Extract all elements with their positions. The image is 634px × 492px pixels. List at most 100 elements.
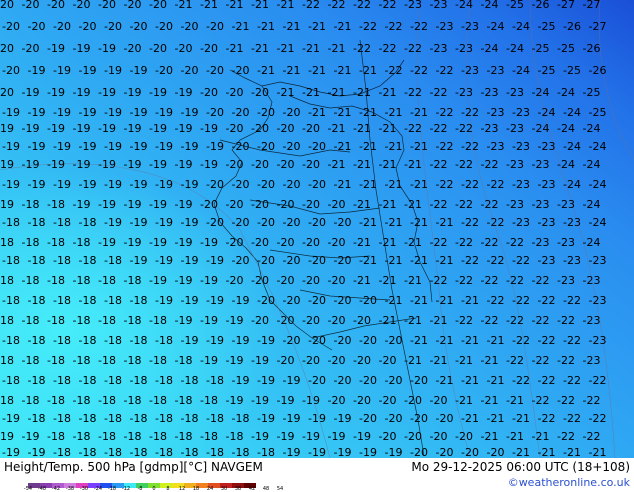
temperature-label: -19 [206,294,224,307]
temperature-label: -18 [98,274,116,287]
temperature-label: -18 [28,216,46,229]
temperature-label: -19 [124,122,142,135]
temperature-label: -18 [181,412,199,425]
temperature-label: -19 [226,394,244,407]
temperature-label: -19 [22,86,40,99]
scale-label: 38 [234,486,242,492]
temperature-label: -18 [53,294,71,307]
temperature-label: -23 [538,140,556,153]
temperature-label: -22 [563,334,581,347]
temperature-label: -20 [308,216,326,229]
temperature-label: -18 [206,412,224,425]
temperature-label: -24 [583,122,601,135]
temperature-label: -22 [481,274,499,287]
temperature-label: -19 [155,140,173,153]
temperature-label: -20 [385,412,403,425]
temperature-label: -23 [563,216,581,229]
temperature-label: -19 [200,158,218,171]
temperature-label: -27 [583,0,601,11]
temperature-label: -19 [53,140,71,153]
temperature-label: -20 [359,334,377,347]
temperature-label: -21 [359,106,377,119]
temperature-label: -20 [226,86,244,99]
scale-label: -8 [137,486,143,492]
temperature-label: -19 [155,106,173,119]
temperature-label: -20 [200,198,218,211]
temperature-label: -18 [22,354,40,367]
temperature-label: -18 [2,334,20,347]
temperature-label: -23 [512,140,530,153]
temperature-label: -18 [28,412,46,425]
scale-label: 54 [276,486,284,492]
temperature-label: -18 [53,446,71,458]
temperature-label: -20 [283,294,301,307]
temperature-label: -20 [334,216,352,229]
temperature-label: -22 [512,294,530,307]
temperature-label: -23 [538,254,556,267]
temperature-label: -18 [79,254,97,267]
temperature-label: -25 [538,20,556,33]
temperature-label: -23 [532,236,550,249]
temperature-label: -23 [461,64,479,77]
temperature-label: -20 [155,64,173,77]
temperature-label: -22 [506,236,524,249]
temperature-label: -19 [2,412,20,425]
scale-label: 8 [166,486,170,492]
temperature-label: -21 [353,236,371,249]
temperature-label: -23 [512,178,530,191]
temperature-label: -21 [328,42,346,55]
temperature-label: -20 [302,354,320,367]
temperature-label: -18 [22,236,40,249]
temperature-label: -21 [379,236,397,249]
temperature-label: -21 [589,446,607,458]
temperature-label: -20 [334,254,352,267]
temperature-label: -19 [206,334,224,347]
temperature-label: -18 [47,314,65,327]
temperature-label: -24 [532,86,550,99]
temperature-label: -20 [257,216,275,229]
temperature-label: -18 [73,274,91,287]
temperature-label: -24 [583,198,601,211]
temperature-label: -20 [232,178,250,191]
temperature-label: -19 [47,158,65,171]
temperature-label: -19 [200,314,218,327]
temperature-label: -24 [538,106,556,119]
temperature-label: -20 [308,140,326,153]
temperature-label: -19 [200,354,218,367]
temperature-label: -19 [73,158,91,171]
temperature-label: -18 [2,374,20,387]
temperature-label: -19 [149,122,167,135]
temperature-label: -18 [53,254,71,267]
temperature-label: -20 [251,236,269,249]
credit-link[interactable]: ©weatheronline.co.uk [508,476,630,489]
color-scale-labels: -54 -48 -42 -38 -30 -24 -18 -12 -8 0 8 12 18 24 30 38 42… [24,486,298,492]
temperature-label: -18 [0,354,14,367]
temperature-label: -19 [124,198,142,211]
temperature-label: -20 [149,42,167,55]
temperature-label: -19 [0,430,14,443]
temperature-label: -19 [155,254,173,267]
temperature-label: -20 [257,254,275,267]
temperature-label: -19 [98,236,116,249]
temperature-label: -21 [359,254,377,267]
temperature-label: -18 [79,412,97,425]
temperature-label: -19 [47,86,65,99]
temperature-label: -19 [257,412,275,425]
temperature-label: -20 [302,236,320,249]
temperature-label: -20 [226,122,244,135]
temperature-label: -23 [512,216,530,229]
temperature-label: -25 [589,106,607,119]
temperature-label: -19 [98,42,116,55]
scale-label: -38 [65,486,75,492]
temperature-label: -24 [532,122,550,135]
temperature-label: -20 [302,274,320,287]
temperature-label: -21 [302,42,320,55]
temperature-label: -19 [28,140,46,153]
temperature-label: -21 [353,274,371,287]
temperature-label: -19 [175,198,193,211]
temperature-label: -19 [130,106,148,119]
temperature-label: -19 [149,158,167,171]
temperature-label: -20 [308,254,326,267]
temperature-label: -22 [455,122,473,135]
temperature-label: -18 [79,216,97,229]
